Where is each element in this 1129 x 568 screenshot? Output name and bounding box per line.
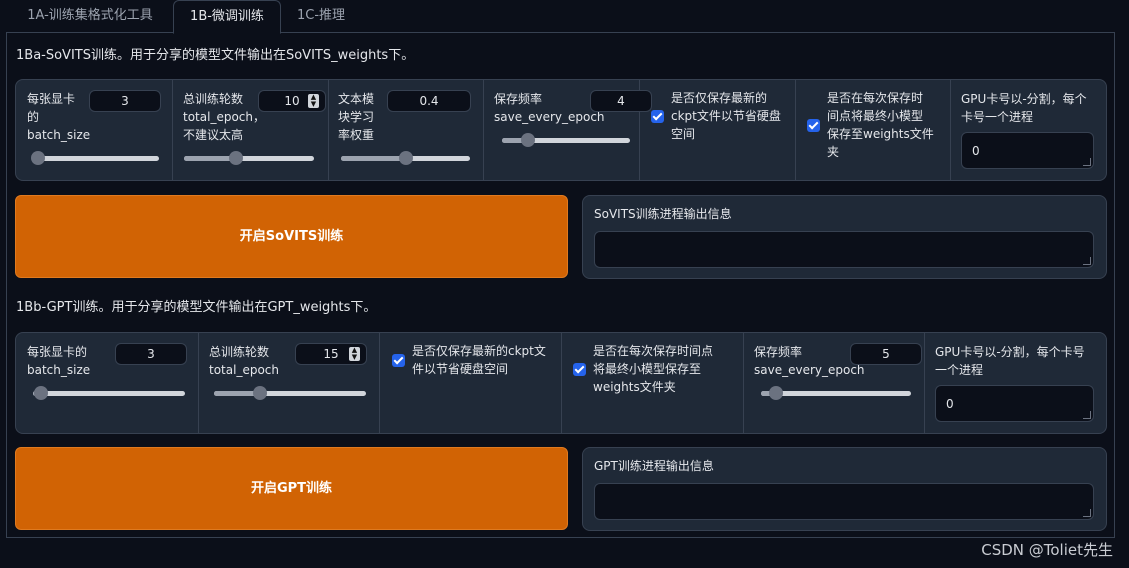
- sovits-text-lr-label: 文本模 块学习 率权重: [338, 92, 375, 142]
- sovits-batch-size-group: 每张显卡 的 batch_size 3: [16, 80, 173, 180]
- tab-bar: 1A-训练集格式化工具 1B-微调训练 1C-推理: [0, 0, 1129, 34]
- sovits-gpu-numbers-input[interactable]: 0: [961, 132, 1094, 169]
- gpt-total-epoch-input[interactable]: 15 ▲ ▼: [295, 343, 367, 365]
- gpt-save-every-epoch-label: 保存频率 save_every_epoch: [754, 345, 865, 377]
- gpt-params-panel: 每张显卡的 batch_size 3 总训练轮数 total_epoch 15 …: [15, 332, 1107, 434]
- sovits-gpu-numbers-label: GPU卡号以-分割，每个 卡号一个进程: [961, 92, 1087, 124]
- gpt-output-textarea[interactable]: [594, 483, 1094, 520]
- sovits-total-epoch-label: 总训练轮数 total_epoch， 不建议太高: [183, 92, 265, 142]
- gpt-gpu-numbers-group: GPU卡号以-分割，每个卡号 一个进程 0: [924, 333, 1106, 433]
- gpt-save-latest-checkbox[interactable]: [392, 354, 405, 367]
- slider-thumb[interactable]: [31, 151, 46, 165]
- sovits-text-lr-slider[interactable]: [341, 151, 470, 165]
- gpt-total-epoch-slider[interactable]: [214, 386, 366, 400]
- resize-grip-icon[interactable]: [1083, 158, 1091, 166]
- tab-inference[interactable]: 1C-推理: [283, 0, 359, 32]
- sovits-output-panel: SoVITS训练进程输出信息: [582, 195, 1107, 279]
- sovits-params-panel: 每张显卡 的 batch_size 3 总训练轮数 total_epoch， 不…: [15, 79, 1107, 181]
- sovits-batch-size-label: 每张显卡 的 batch_size: [27, 92, 91, 142]
- sovits-text-lr-group: 文本模 块学习 率权重 0.4: [328, 80, 484, 180]
- sovits-text-lr-input[interactable]: 0.4: [387, 90, 471, 112]
- sovits-batch-size-slider[interactable]: [31, 151, 159, 165]
- gpt-save-every-weights-label: 是否在每次保存时间点 将最终小模型保存至 weights文件夹: [593, 344, 714, 394]
- gpt-total-epoch-group: 总训练轮数 total_epoch 15 ▲ ▼: [198, 333, 380, 433]
- sovits-section-title: 1Ba-SoVITS训练。用于分享的模型文件输出在SoVITS_weights下…: [16, 48, 415, 63]
- stepper-icon[interactable]: ▲ ▼: [349, 347, 360, 361]
- gpt-total-epoch-label: 总训练轮数 total_epoch: [209, 345, 279, 377]
- slider-thumb[interactable]: [398, 151, 413, 165]
- sovits-save-latest-label: 是否仅保存最新的 ckpt文件以节省硬盘 空间: [671, 91, 781, 141]
- start-sovits-training-button[interactable]: 开启SoVITS训练: [15, 195, 568, 278]
- sovits-gpu-numbers-value: 0: [972, 144, 980, 158]
- gpt-save-every-weights-checkbox[interactable]: [573, 363, 586, 376]
- sovits-total-epoch-slider[interactable]: [184, 151, 314, 165]
- gpt-save-latest-group: 是否仅保存最新的ckpt文 件以节省硬盘空间: [379, 333, 562, 433]
- gpt-batch-size-group: 每张显卡的 batch_size 3: [16, 333, 199, 433]
- slider-fill: [341, 156, 406, 161]
- sovits-total-epoch-group: 总训练轮数 total_epoch， 不建议太高 10 ▲ ▼: [172, 80, 329, 180]
- gpt-output-panel: GPT训练进程输出信息: [582, 447, 1107, 531]
- start-gpt-training-button[interactable]: 开启GPT训练: [15, 447, 568, 530]
- gpt-total-epoch-value: 15: [323, 347, 339, 361]
- sovits-batch-size-input[interactable]: 3: [89, 90, 161, 112]
- sovits-save-every-epoch-slider[interactable]: [502, 133, 630, 147]
- gpt-gpu-numbers-input[interactable]: 0: [935, 385, 1094, 422]
- sovits-output-textarea[interactable]: [594, 231, 1094, 268]
- gpt-section-title: 1Bb-GPT训练。用于分享的模型文件输出在GPT_weights下。: [16, 300, 377, 315]
- slider-thumb[interactable]: [252, 386, 267, 400]
- gpt-save-every-weights-group: 是否在每次保存时间点 将最终小模型保存至 weights文件夹: [561, 333, 744, 433]
- gpt-batch-size-label: 每张显卡的 batch_size: [27, 345, 91, 377]
- resize-grip-icon[interactable]: [1083, 509, 1091, 517]
- gpt-save-every-epoch-input[interactable]: 5: [850, 343, 922, 365]
- watermark: CSDN @Toliet先生: [981, 541, 1113, 559]
- sovits-save-every-weights-checkbox[interactable]: [807, 119, 820, 132]
- sovits-save-latest-checkbox[interactable]: [651, 110, 664, 123]
- slider-thumb[interactable]: [33, 386, 48, 400]
- gpt-save-every-epoch-group: 保存频率 save_every_epoch 5: [743, 333, 925, 433]
- gpt-gpu-numbers-value: 0: [946, 397, 954, 411]
- sovits-save-every-epoch-label: 保存频率 save_every_epoch: [494, 92, 605, 124]
- gpt-save-every-epoch-slider[interactable]: [761, 386, 911, 400]
- gpt-batch-size-input[interactable]: 3: [115, 343, 187, 365]
- gpt-gpu-numbers-label: GPU卡号以-分割，每个卡号 一个进程: [935, 345, 1085, 377]
- gpt-batch-size-slider[interactable]: [33, 386, 185, 400]
- sovits-save-every-weights-group: 是否在每次保存时 间点将最终小模型 保存至weights文件 夹: [795, 80, 951, 180]
- gpt-output-label: GPT训练进程输出信息: [594, 459, 714, 473]
- tab-dataset-format[interactable]: 1A-训练集格式化工具: [12, 0, 168, 32]
- sovits-output-label: SoVITS训练进程输出信息: [594, 207, 732, 221]
- sovits-gpu-numbers-group: GPU卡号以-分割，每个 卡号一个进程 0: [950, 80, 1106, 180]
- resize-grip-icon[interactable]: [1083, 257, 1091, 265]
- slider-thumb[interactable]: [229, 151, 243, 165]
- stepper-icon[interactable]: ▲ ▼: [308, 94, 319, 108]
- sovits-save-every-epoch-group: 保存频率 save_every_epoch 4: [483, 80, 652, 180]
- slider-thumb[interactable]: [769, 386, 783, 400]
- tab-finetune-training[interactable]: 1B-微调训练: [173, 0, 281, 34]
- slider-thumb[interactable]: [520, 133, 535, 147]
- sovits-save-every-weights-label: 是否在每次保存时 间点将最终小模型 保存至weights文件 夹: [827, 91, 934, 159]
- sovits-total-epoch-input[interactable]: 10 ▲ ▼: [258, 90, 326, 112]
- gpt-save-latest-label: 是否仅保存最新的ckpt文 件以节省硬盘空间: [412, 344, 546, 376]
- resize-grip-icon[interactable]: [1083, 411, 1091, 419]
- sovits-save-latest-group: 是否仅保存最新的 ckpt文件以节省硬盘 空间: [639, 80, 796, 180]
- sovits-total-epoch-value: 10: [284, 94, 300, 108]
